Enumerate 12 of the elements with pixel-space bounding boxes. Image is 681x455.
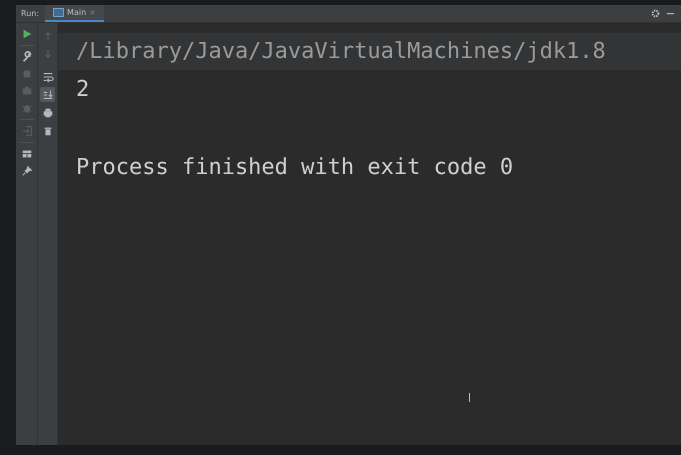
- panel-title: Run:: [20, 9, 40, 18]
- run-tab[interactable]: Main ×: [45, 5, 104, 22]
- window-icon: [53, 8, 64, 17]
- play-icon[interactable]: [20, 28, 32, 40]
- output-line: 2: [75, 76, 90, 104]
- text-cursor-icon: [469, 393, 470, 402]
- layout-icon[interactable]: [20, 148, 32, 160]
- settings-icon[interactable]: [651, 9, 660, 18]
- scroll-to-end-icon[interactable]: [40, 87, 55, 102]
- wrench-icon[interactable]: [20, 51, 32, 63]
- output-line: Process finished with exit code 0: [75, 154, 514, 182]
- pin-icon[interactable]: [20, 165, 32, 177]
